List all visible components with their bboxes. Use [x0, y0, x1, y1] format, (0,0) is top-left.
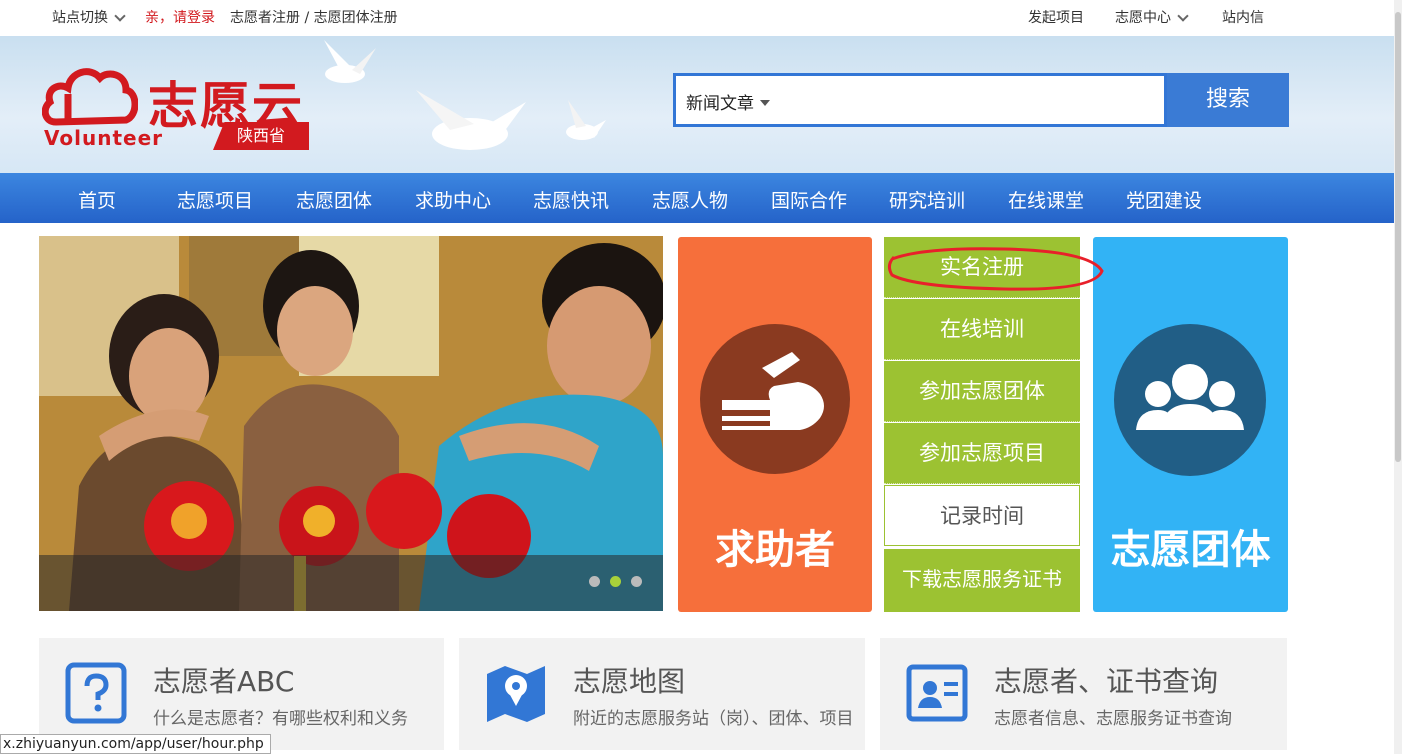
nav-item-international[interactable]: 国际合作: [771, 186, 847, 213]
site-switch-dropdown[interactable]: 站点切换: [52, 7, 126, 27]
province-badge: 陕西省: [213, 122, 309, 150]
map-pin-icon: [487, 666, 545, 722]
nav-item-people[interactable]: 志愿人物: [652, 186, 728, 213]
record-time-button[interactable]: 记录时间: [884, 485, 1080, 546]
join-project-button[interactable]: 参加志愿项目: [884, 423, 1080, 484]
cloud-logo-icon: [42, 68, 138, 126]
register-link[interactable]: 志愿者注册 / 志愿团体注册: [230, 7, 398, 27]
carousel-dot[interactable]: [589, 576, 600, 587]
nav-item-help-center[interactable]: 求助中心: [415, 186, 491, 213]
chevron-down-icon: [1177, 10, 1189, 22]
volunteer-group-label: 志愿团体: [1110, 527, 1271, 573]
card-subtitle: 什么是志愿者？有哪些权利和义务: [153, 709, 408, 729]
nav-item-projects[interactable]: 志愿项目: [177, 186, 253, 213]
nav-item-research[interactable]: 研究培训: [889, 186, 965, 213]
real-name-register-button[interactable]: 实名注册: [884, 237, 1080, 298]
card-title: 志愿者ABC: [153, 665, 295, 698]
online-training-button[interactable]: 在线培训: [884, 299, 1080, 360]
nav-item-groups[interactable]: 志愿团体: [296, 186, 372, 213]
help-seeker-label: 求助者: [715, 527, 835, 573]
search-input[interactable]: 新闻文章: [673, 73, 1167, 127]
carousel-dot-active[interactable]: [610, 576, 621, 587]
card-subtitle: 附近的志愿服务站（岗）、团体、项目: [573, 709, 854, 729]
chevron-down-icon: [114, 10, 126, 22]
search-category-select[interactable]: 新闻文章: [686, 89, 770, 114]
nav-item-news[interactable]: 志愿快讯: [533, 186, 609, 213]
nav-item-online-class[interactable]: 在线课堂: [1008, 186, 1084, 213]
dove-icon: [324, 40, 376, 83]
site-header: 志愿云 Volunteer 陕西省 新闻文章 搜索: [0, 36, 1394, 173]
dove-icon: [416, 90, 526, 150]
id-card-icon: [906, 664, 968, 722]
card-title: 志愿地图: [573, 665, 686, 698]
caret-down-icon: [760, 100, 770, 106]
logo-english: Volunteer: [44, 126, 164, 150]
volunteer-map-card[interactable]: 志愿地图 附近的志愿服务站（岗）、团体、项目: [459, 638, 865, 750]
card-subtitle: 志愿者信息、志愿服务证书查询: [994, 709, 1232, 729]
search-category-label: 新闻文章: [686, 94, 754, 114]
inbox-link[interactable]: 站内信: [1222, 7, 1264, 27]
handshake-icon: [700, 324, 850, 474]
card-title: 志愿者、证书查询: [994, 665, 1219, 698]
question-icon: [65, 662, 127, 724]
site-switch-label: 站点切换: [52, 10, 108, 26]
group-icon: [1114, 324, 1266, 476]
top-bar: 站点切换 亲，请登录 志愿者注册 / 志愿团体注册 发起项目 志愿中心 站内信: [0, 0, 1394, 36]
start-project-link[interactable]: 发起项目: [1028, 7, 1084, 27]
nav-item-party[interactable]: 党团建设: [1126, 186, 1202, 213]
scrollbar-thumb[interactable]: [1395, 12, 1401, 462]
login-link[interactable]: 亲，请登录: [145, 7, 215, 27]
download-certificate-button[interactable]: 下载志愿服务证书: [884, 549, 1080, 612]
search-button[interactable]: 搜索: [1167, 73, 1289, 127]
volunteer-group-tile[interactable]: 志愿团体: [1093, 237, 1288, 612]
volunteer-center-dropdown[interactable]: 志愿中心: [1115, 7, 1189, 27]
join-group-button[interactable]: 参加志愿团体: [884, 361, 1080, 422]
carousel-caption-bar: [39, 555, 663, 611]
volunteer-center-label: 志愿中心: [1115, 10, 1171, 26]
quick-actions: 实名注册 在线培训 参加志愿团体 参加志愿项目 记录时间 下载志愿服务证书: [884, 237, 1080, 612]
certificate-query-card[interactable]: 志愿者、证书查询 志愿者信息、志愿服务证书查询: [880, 638, 1287, 750]
nav-item-home[interactable]: 首页: [78, 186, 116, 213]
banner-carousel[interactable]: [39, 236, 663, 611]
status-url: x.zhiyuanyun.com/app/user/hour.php: [0, 734, 271, 754]
carousel-dot[interactable]: [631, 576, 642, 587]
page-scrollbar[interactable]: [1394, 0, 1402, 754]
help-seeker-tile[interactable]: 求助者: [678, 237, 872, 612]
dove-icon: [566, 100, 606, 140]
main-nav: 首页 志愿项目 志愿团体 求助中心 志愿快讯 志愿人物 国际合作 研究培训 在线…: [0, 173, 1394, 223]
